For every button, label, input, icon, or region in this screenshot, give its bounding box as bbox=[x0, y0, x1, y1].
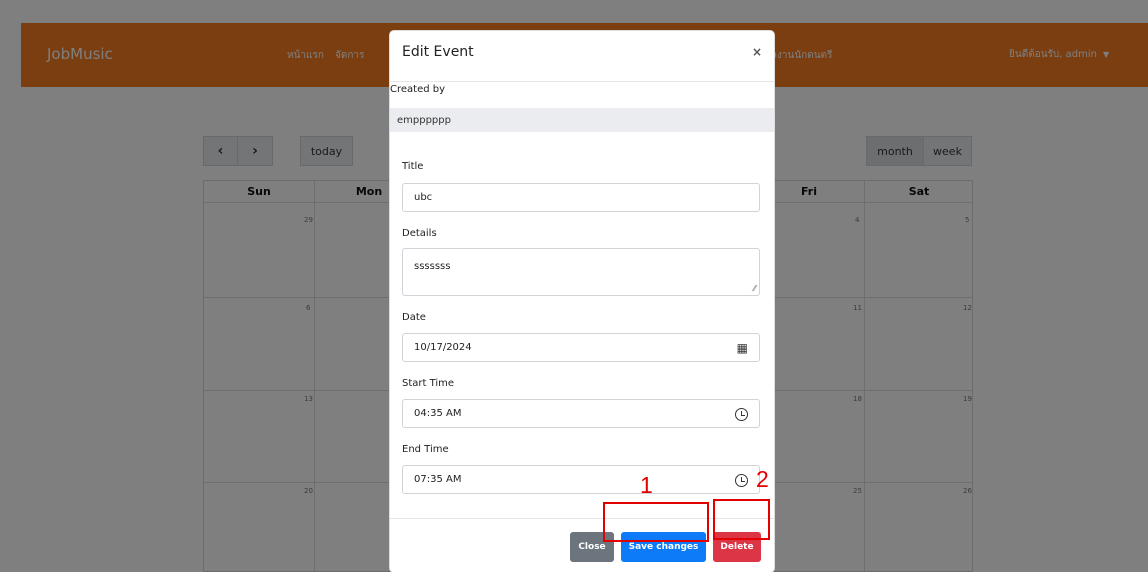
details-label: Details bbox=[402, 228, 437, 239]
title-label: Title bbox=[402, 161, 424, 172]
created-by-value: empppppp bbox=[397, 114, 451, 126]
start-time-input[interactable]: 04:35 AM bbox=[402, 399, 760, 428]
title-input[interactable]: ubc bbox=[402, 183, 760, 212]
start-time-label: Start Time bbox=[402, 378, 455, 389]
annotation-number-2: 2 bbox=[756, 466, 769, 492]
annotation-box-1 bbox=[603, 502, 709, 542]
date-value: 10/17/2024 bbox=[414, 342, 472, 353]
resize-handle-icon[interactable]: ⁄⁄ bbox=[753, 284, 756, 293]
annotation-number-1: 1 bbox=[640, 472, 653, 498]
close-icon[interactable]: × bbox=[752, 45, 762, 59]
date-label: Date bbox=[402, 312, 426, 323]
end-time-label: End Time bbox=[402, 444, 449, 455]
end-time-input[interactable]: 07:35 AM bbox=[402, 465, 760, 494]
start-time-value: 04:35 AM bbox=[414, 408, 462, 419]
clock-icon[interactable] bbox=[735, 408, 748, 421]
details-value: sssssss bbox=[414, 261, 451, 272]
clock-icon[interactable] bbox=[735, 474, 748, 487]
modal-header: Edit Event × bbox=[390, 31, 774, 82]
details-textarea[interactable]: sssssss ⁄⁄ bbox=[402, 248, 760, 296]
modal-title: Edit Event bbox=[402, 44, 474, 60]
edit-event-modal: Edit Event × Created by empppppp Title u… bbox=[390, 31, 774, 572]
end-time-value: 07:35 AM bbox=[414, 474, 462, 485]
calendar-icon[interactable]: ▦ bbox=[737, 341, 748, 355]
created-by-field: empppppp bbox=[390, 108, 774, 132]
title-value: ubc bbox=[414, 192, 433, 203]
annotation-box-2 bbox=[713, 499, 770, 540]
date-input[interactable]: 10/17/2024 ▦ bbox=[402, 333, 760, 362]
created-by-label: Created by bbox=[390, 84, 446, 95]
